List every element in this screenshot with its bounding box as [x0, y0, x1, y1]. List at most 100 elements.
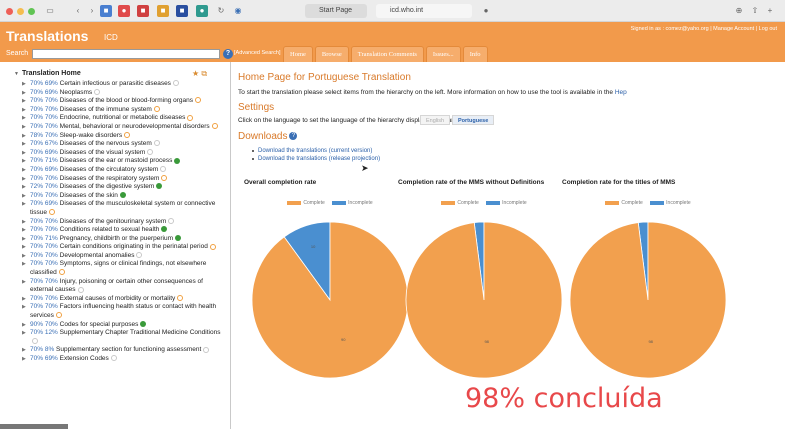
new-tab-icon[interactable]: + [764, 5, 776, 17]
tree-item[interactable]: ▶ 78% 70% Sleep-wake disorders [22, 132, 227, 141]
expand-arrow-icon[interactable]: ▶ [22, 260, 26, 269]
extension-icon[interactable]: ■ [137, 5, 149, 17]
lang-english-button[interactable]: English [420, 115, 451, 125]
tree-item[interactable]: ▶ 70% 71% Pregnancy, childbirth or the pu… [22, 235, 227, 244]
percent-reviewed: 70% [44, 191, 58, 199]
extension-icon[interactable]: ■ [100, 5, 112, 17]
tree-item[interactable]: ▶ 70% 70% Diseases of the respiratory sys… [22, 175, 227, 184]
tree-item[interactable]: ▶ 70% 69% Extension Codes [22, 355, 227, 364]
tab-info[interactable]: Info [462, 46, 488, 62]
advanced-search-link[interactable]: [Advanced Search] [234, 50, 280, 56]
sidebar-toggle-icon[interactable]: ▭ [44, 5, 56, 17]
tree-item[interactable]: ▶ 70% 70% Diseases of the blood or blood-… [22, 97, 227, 106]
expand-arrow-icon[interactable]: ▶ [22, 200, 26, 209]
tree-item[interactable]: ▶ 70% 70% External causes of morbidity or… [22, 295, 227, 304]
download-link-release[interactable]: Download the translations (release proje… [252, 155, 380, 163]
help-icon[interactable]: ? [223, 49, 233, 59]
forward-icon[interactable]: › [86, 5, 98, 17]
tree-item[interactable]: ▶ 90% 70% Codes for special purposes [22, 321, 227, 330]
expand-arrow-icon[interactable]: ▶ [22, 114, 26, 123]
extension-icon[interactable]: ● [196, 5, 208, 17]
tab-active-url[interactable]: icd.who.int [376, 4, 472, 18]
tree-item[interactable]: ▶ 70% 12% Supplementary Chapter Tradition… [22, 329, 227, 346]
tree-item[interactable]: ▶ 70% 70% Injury, poisoning or certain ot… [22, 278, 227, 295]
info-icon[interactable]: ? [289, 132, 298, 141]
download-link-current[interactable]: Download the translations (current versi… [252, 147, 380, 155]
tree-item[interactable]: ▶ 70% 70% Endocrine, nutritional or metab… [22, 114, 227, 123]
expand-arrow-icon[interactable]: ▶ [22, 252, 26, 261]
expand-arrow-icon[interactable]: ▶ [22, 278, 26, 287]
tree-item[interactable]: ▶ 70% 70% Conditions related to sexual he… [22, 226, 227, 235]
legend-swatch [287, 200, 302, 205]
reload-icon[interactable]: ↻ [215, 5, 227, 17]
tree-item[interactable]: ▶ 70% 69% Diseases of the musculoskeletal… [22, 200, 227, 217]
percent-reviewed: 70% [44, 320, 58, 328]
tree-item[interactable]: ▶ 70% 69% Certain infectious or parasitic… [22, 80, 227, 89]
download-icon[interactable]: ⊕ [733, 5, 745, 17]
expand-arrow-icon[interactable]: ▶ [22, 175, 26, 184]
minimize-window-button[interactable] [17, 8, 24, 15]
tree-item[interactable]: ▶ 70% 70% Diseases of the skin [22, 192, 227, 201]
expand-arrow-icon[interactable]: ▶ [22, 89, 26, 98]
tree-item[interactable]: ▶ 70% 70% Certain conditions originating … [22, 243, 227, 252]
expand-arrow-icon[interactable]: ▶ [22, 166, 26, 175]
collapse-arrow-icon[interactable]: ▼ [14, 71, 19, 77]
extension-icon[interactable]: ■ [157, 5, 169, 17]
expand-arrow-icon[interactable]: ▶ [22, 192, 26, 201]
tree-item[interactable]: ▶ 70% 71% Diseases of the ear or mastoid … [22, 157, 227, 166]
back-icon[interactable]: ‹ [72, 5, 84, 17]
expand-arrow-icon[interactable]: ▶ [22, 123, 26, 132]
extension-icon[interactable]: ● [118, 5, 130, 17]
tree-tools-icon[interactable]: ★ ⧉ [192, 69, 207, 79]
expand-arrow-icon[interactable]: ▶ [22, 321, 26, 330]
tab-issues[interactable]: Issues... [425, 46, 461, 62]
expand-arrow-icon[interactable]: ▶ [22, 218, 26, 227]
tab-home[interactable]: Home [283, 46, 313, 62]
expand-arrow-icon[interactable]: ▶ [22, 355, 26, 364]
expand-arrow-icon[interactable]: ▶ [22, 226, 26, 235]
extension-icon[interactable]: ◉ [232, 5, 244, 17]
expand-arrow-icon[interactable]: ▶ [22, 346, 26, 355]
expand-arrow-icon[interactable]: ▶ [22, 97, 26, 106]
expand-arrow-icon[interactable]: ▶ [22, 235, 26, 244]
expand-arrow-icon[interactable]: ▶ [22, 80, 26, 89]
expand-arrow-icon[interactable]: ▶ [22, 106, 26, 115]
expand-arrow-icon[interactable]: ▶ [22, 140, 26, 149]
share-icon[interactable]: ⇧ [749, 5, 761, 17]
legend-swatch [486, 200, 501, 205]
zoom-window-button[interactable] [28, 8, 35, 15]
extension-icon[interactable]: ■ [176, 5, 188, 17]
tree-item[interactable]: ▶ 70% 69% Diseases of the visual system [22, 149, 227, 158]
tree-item[interactable]: ▶ 70% 70% Diseases of the genitourinary s… [22, 218, 227, 227]
account-links[interactable]: Signed in as : comez@yaho.org | Manage A… [631, 26, 777, 32]
tab-start-page[interactable]: Start Page [305, 4, 367, 18]
tree-item[interactable]: ▶ 70% 69% Diseases of the circulatory sys… [22, 166, 227, 175]
expand-arrow-icon[interactable]: ▶ [22, 243, 26, 252]
tree-root-label[interactable]: Translation Home [22, 70, 81, 77]
expand-arrow-icon[interactable]: ▶ [22, 329, 26, 338]
tree-item[interactable]: ▶ 70% 70% Diseases of the immune system [22, 106, 227, 115]
tab-close-icon[interactable]: ● [480, 5, 492, 17]
lang-portuguese-button[interactable]: Portuguese [452, 115, 495, 125]
tree-item[interactable]: ▶ 70% 70% Symptoms, signs or clinical fin… [22, 260, 227, 277]
tree-item[interactable]: ▶ 72% 70% Diseases of the digestive syste… [22, 183, 227, 192]
expand-arrow-icon[interactable]: ▶ [22, 303, 26, 312]
expand-arrow-icon[interactable]: ▶ [22, 132, 26, 141]
expand-arrow-icon[interactable]: ▶ [22, 183, 26, 192]
tree-item[interactable]: ▶ 70% 8% Supplementary section for functi… [22, 346, 227, 355]
search-input[interactable] [32, 49, 220, 59]
tree-item[interactable]: ▶ 70% 67% Diseases of the nervous system [22, 140, 227, 149]
status-indicator-icon [209, 243, 216, 250]
tree-item[interactable]: ▶ 70% 69% Neoplasms [22, 89, 227, 98]
tree-item[interactable]: ▶ 70% 70% Factors influencing health stat… [22, 303, 227, 320]
tree-item[interactable]: ▶ 70% 70% Mental, behavioral or neurodeve… [22, 123, 227, 132]
expand-arrow-icon[interactable]: ▶ [22, 295, 26, 304]
tree-item[interactable]: ▶ 70% 70% Developmental anomalies [22, 252, 227, 261]
expand-arrow-icon[interactable]: ▶ [22, 149, 26, 158]
tab-browse[interactable]: Browse [314, 46, 349, 62]
help-link[interactable]: Hep [615, 89, 627, 96]
sidebar-scrollbar[interactable] [0, 424, 68, 429]
close-window-button[interactable] [6, 8, 13, 15]
expand-arrow-icon[interactable]: ▶ [22, 157, 26, 166]
tab-translation-comments[interactable]: Translation Comments [350, 46, 424, 62]
